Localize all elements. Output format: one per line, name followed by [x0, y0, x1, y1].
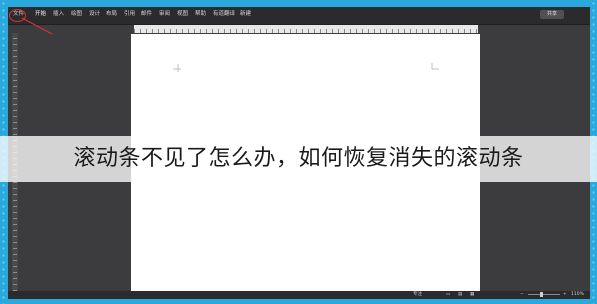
read-mode-icon[interactable]: ▭	[446, 292, 450, 298]
horizontal-ruler	[134, 25, 478, 33]
margin-corner-mark	[173, 64, 181, 72]
zoom-level[interactable]: 110%	[571, 292, 584, 298]
tab-mailings[interactable]: 邮件	[141, 10, 152, 19]
zoom-out-icon[interactable]: −	[520, 292, 524, 298]
tab-draw[interactable]: 绘图	[71, 10, 82, 19]
tab-youdao-translate[interactable]: 有道翻译	[213, 10, 235, 19]
screenshot-frame: 文件 开始 插入 绘图 设计 布局 引用 邮件 审阅 视图 帮助 有道翻译 新建…	[0, 0, 597, 304]
focus-mode-button[interactable]: 专注	[413, 292, 422, 298]
tab-layout[interactable]: 布局	[106, 10, 117, 19]
web-layout-icon[interactable]: ▦	[470, 292, 474, 298]
ribbon-tab-bar: 文件 开始 插入 绘图 设计 布局 引用 邮件 审阅 视图 帮助 有道翻译 新建…	[8, 7, 590, 25]
margin-corner-mark	[431, 63, 439, 70]
print-layout-icon[interactable]: ▤	[458, 292, 462, 298]
tab-design[interactable]: 设计	[89, 10, 100, 19]
tab-review[interactable]: 审阅	[159, 10, 170, 19]
tab-new[interactable]: 新建	[240, 10, 251, 19]
status-bar: 专注 ▭ ▤ ▦ − + 110%	[8, 291, 590, 299]
share-button[interactable]: 共享	[540, 10, 564, 19]
annotation-arrow	[21, 17, 53, 35]
caption-text: 滚动条不见了怎么办，如何恢复消失的滚动条	[73, 146, 524, 171]
tab-view[interactable]: 视图	[177, 10, 188, 19]
caption-banner: 滚动条不见了怎么办，如何恢复消失的滚动条	[0, 136, 597, 182]
ruler-ticks	[134, 29, 478, 33]
tab-help[interactable]: 帮助	[195, 10, 206, 19]
zoom-in-icon[interactable]: +	[563, 292, 567, 298]
zoom-slider[interactable]	[528, 294, 560, 295]
zoom-slider-thumb[interactable]	[540, 292, 543, 297]
tab-references[interactable]: 引用	[124, 10, 135, 19]
